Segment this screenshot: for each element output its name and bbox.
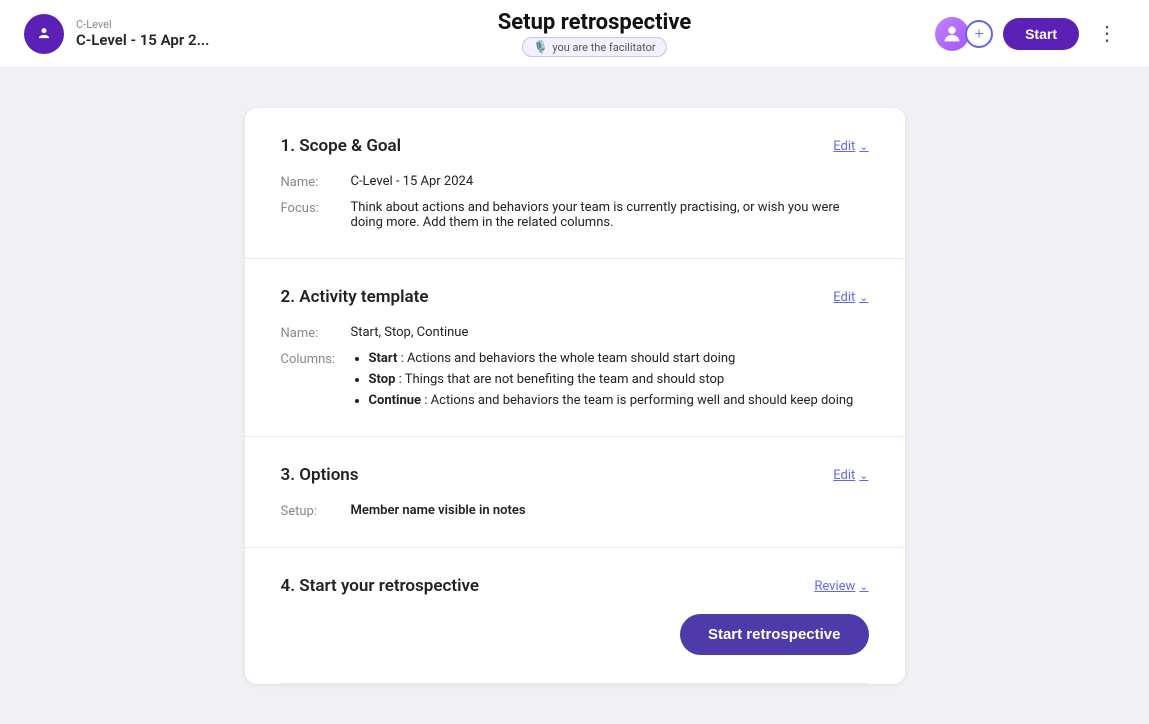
scope-focus-row: Focus: Think about actions and behaviors… [281,200,869,230]
activity-section: 2. Activity template Edit ⌄ Name: Start,… [245,259,905,437]
start-header: 4. Start your retrospective Review ⌄ [281,576,869,596]
header-left: C-Level C-Level - 15 Apr 2... [24,14,264,54]
facilitator-emoji: 🎙️ [533,40,548,54]
page-title: Setup retrospective [498,10,692,35]
list-item: Continue : Actions and behaviors the tea… [369,393,854,408]
activity-name-row: Name: Start, Stop, Continue [281,325,869,341]
start-button[interactable]: Start [1003,18,1079,50]
facilitator-badge: 🎙️ you are the facilitator [522,37,666,57]
start-review-button[interactable]: Review ⌄ [814,579,868,594]
col-start-name: Start [369,351,398,366]
start-section: 4. Start your retrospective Review ⌄ Sta… [245,548,905,683]
col-continue-name: Continue [369,393,422,408]
scope-name-label: Name: [281,174,351,190]
options-setup-value: Member name visible in notes [351,503,869,519]
scope-section: 1. Scope & Goal Edit ⌄ Name: C-Level - 1… [245,108,905,259]
col-stop-name: Stop [369,372,396,387]
start-title: 4. Start your retrospective [281,576,480,596]
activity-name-label: Name: [281,325,351,341]
start-retrospective-button[interactable]: Start retrospective [680,614,869,655]
scope-title: 1. Scope & Goal [281,136,402,156]
chevron-down-icon-4: ⌄ [859,580,868,593]
columns-list: Start : Actions and behaviors the whole … [351,351,854,408]
list-item: Start : Actions and behaviors the whole … [369,351,854,366]
scope-focus-label: Focus: [281,200,351,230]
scope-name-value: C-Level - 15 Apr 2024 [351,174,869,190]
scope-focus-value: Think about actions and behaviors your t… [351,200,869,230]
col-continue-desc: : Actions and behaviors the team is perf… [424,393,853,408]
options-section: 3. Options Edit ⌄ Setup: Member name vis… [245,437,905,548]
header-center: Setup retrospective 🎙️ you are the facil… [264,10,925,57]
activity-title: 2. Activity template [281,287,429,307]
add-participant-button[interactable]: + [965,20,993,48]
header-right: + Start ⋮ [925,15,1125,53]
scope-edit-button[interactable]: Edit ⌄ [833,139,868,154]
options-header: 3. Options Edit ⌄ [281,465,869,485]
scope-header: 1. Scope & Goal Edit ⌄ [281,136,869,156]
main-content: 1. Scope & Goal Edit ⌄ Name: C-Level - 1… [0,68,1149,724]
activity-columns-row: Columns: Start : Actions and behaviors t… [281,351,869,408]
start-retro-area: Start retrospective [281,614,869,655]
options-setup-label: Setup: [281,503,351,519]
avatar-group: + [933,15,993,53]
setup-card: 1. Scope & Goal Edit ⌄ Name: C-Level - 1… [245,108,905,684]
org-label: C-Level [76,18,209,31]
activity-name-value: Start, Stop, Continue [351,325,869,341]
activity-columns-label: Columns: [281,351,351,408]
activity-edit-button[interactable]: Edit ⌄ [833,290,868,305]
activity-header: 2. Activity template Edit ⌄ [281,287,869,307]
scope-name-row: Name: C-Level - 15 Apr 2024 [281,174,869,190]
more-options-button[interactable]: ⋮ [1089,17,1125,50]
bottom-divider [281,683,869,684]
col-stop-desc: : Things that are not benefiting the tea… [399,372,725,387]
header: C-Level C-Level - 15 Apr 2... Setup retr… [0,0,1149,68]
chevron-down-icon-2: ⌄ [859,291,868,304]
chevron-down-icon: ⌄ [859,140,868,153]
options-setup-row: Setup: Member name visible in notes [281,503,869,519]
app-logo [24,14,64,54]
col-start-desc: : Actions and behaviors the whole team s… [401,351,736,366]
options-title: 3. Options [281,465,359,485]
options-edit-button[interactable]: Edit ⌄ [833,468,868,483]
list-item: Stop : Things that are not benefiting th… [369,372,854,387]
facilitator-label: you are the facilitator [552,41,655,54]
board-title: C-Level - 15 Apr 2... [76,31,209,49]
chevron-down-icon-3: ⌄ [859,469,868,482]
board-info: C-Level C-Level - 15 Apr 2... [76,18,209,49]
